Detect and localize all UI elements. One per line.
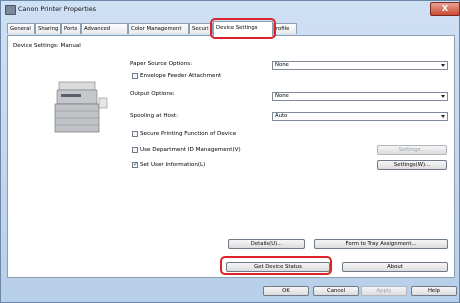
department-settings-button[interactable]: Settings... bbox=[377, 145, 447, 155]
spooling-value: Auto bbox=[275, 113, 288, 119]
spooling-label: Spooling at Host: bbox=[130, 113, 178, 119]
department-id-checkbox[interactable] bbox=[132, 147, 138, 153]
printer-illustration bbox=[54, 81, 108, 133]
department-id-label: Use Department ID Management(V) bbox=[140, 147, 241, 153]
device-settings-header: Device Settings: Manual bbox=[13, 43, 81, 49]
paper-source-label: Paper Source Options: bbox=[130, 61, 193, 67]
secure-printing-checkbox[interactable] bbox=[132, 131, 138, 137]
apply-button[interactable]: Apply bbox=[361, 286, 407, 296]
tab-ports[interactable]: Ports bbox=[61, 23, 81, 34]
user-information-checkbox[interactable] bbox=[132, 161, 138, 168]
paper-source-value: None bbox=[275, 62, 289, 68]
user-information-label: Set User Information(L) bbox=[140, 162, 206, 168]
form-to-tray-button[interactable]: Form to Tray Assignment... bbox=[314, 239, 448, 249]
get-device-status-highlight bbox=[220, 256, 332, 275]
ok-button[interactable]: OK bbox=[263, 286, 309, 296]
tab-profile[interactable]: rofile bbox=[273, 23, 297, 34]
output-options-value: None bbox=[275, 93, 289, 99]
chevron-down-icon bbox=[441, 64, 445, 67]
secure-printing-label: Secure Printing Function of Device bbox=[140, 131, 237, 137]
tab-advanced[interactable]: Advanced bbox=[81, 23, 128, 34]
envelope-feeder-checkbox[interactable] bbox=[132, 73, 138, 79]
close-button[interactable]: X bbox=[430, 2, 460, 16]
chevron-down-icon bbox=[441, 95, 445, 98]
title-bar[interactable]: Canon Printer Properties X bbox=[1, 1, 460, 18]
printer-icon bbox=[5, 5, 16, 15]
cancel-button[interactable]: Cancel bbox=[313, 286, 359, 296]
printer-properties-window: Canon Printer Properties X General Shari… bbox=[0, 0, 460, 303]
paper-source-select[interactable]: None bbox=[272, 61, 448, 70]
device-settings-panel: Device Settings: Manual Paper Source Opt… bbox=[7, 35, 455, 278]
chevron-down-icon bbox=[441, 115, 445, 118]
tab-color-management[interactable]: Color Management bbox=[128, 23, 189, 34]
device-settings-tab-highlight bbox=[210, 18, 276, 39]
output-options-select[interactable]: None bbox=[272, 92, 448, 101]
spooling-select[interactable]: Auto bbox=[272, 112, 448, 121]
tab-general[interactable]: General bbox=[7, 23, 35, 34]
window-title: Canon Printer Properties bbox=[18, 5, 97, 13]
tab-sharing[interactable]: Sharing bbox=[35, 23, 61, 34]
output-options-label: Output Options: bbox=[130, 91, 175, 97]
envelope-feeder-label: Envelope Feeder Attachment bbox=[140, 73, 222, 79]
help-button[interactable]: Help bbox=[411, 286, 457, 296]
about-button[interactable]: About bbox=[342, 262, 448, 272]
user-settings-button[interactable]: Settings(W)... bbox=[377, 160, 447, 170]
details-button[interactable]: Details(U)... bbox=[228, 239, 305, 249]
